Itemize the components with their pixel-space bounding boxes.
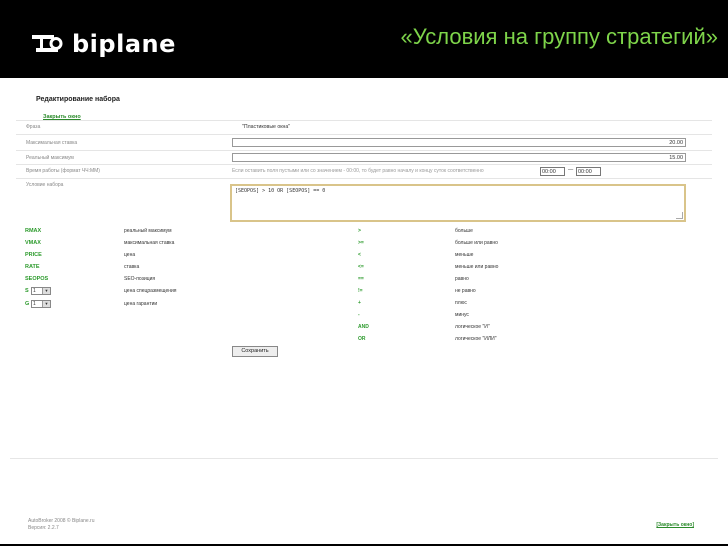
row-divider [16, 164, 712, 165]
operator-desc: больше или равно [455, 240, 498, 246]
s-select[interactable]: 1 ▼ [31, 287, 51, 295]
operator-desc: равно [455, 276, 469, 282]
operator-lt[interactable]: < [358, 252, 361, 258]
variable-vmax[interactable]: VMAX [25, 240, 41, 246]
row-divider [16, 120, 712, 121]
s-select-value: 1 [33, 288, 36, 294]
operator-eq[interactable]: == [358, 276, 364, 282]
operator-and[interactable]: AND [358, 324, 369, 330]
field-label-condition: Условие набора [26, 182, 64, 188]
condition-textarea[interactable]: [SEOPOS] > 10 OR [SEOPOS] == 0 [230, 184, 686, 222]
operator-desc: минус [455, 312, 469, 318]
row-divider [16, 134, 712, 135]
edit-set-window: Редактирование набора Закрыть окно Фраза… [10, 84, 718, 459]
variable-seopos[interactable]: SEOPOS [25, 276, 48, 282]
g-select-value: 1 [33, 301, 36, 307]
g-select[interactable]: 1 ▼ [31, 300, 51, 308]
slide-body: Редактирование набора Закрыть окно Фраза… [0, 78, 728, 544]
field-label-max-bid: Максимальная ставка [26, 140, 78, 146]
time-separator: — [568, 167, 574, 173]
operator-desc: плюс [455, 300, 467, 306]
variable-desc: цена гарантии [124, 301, 158, 307]
slide-title: «Условия на группу стратегий» [400, 24, 718, 49]
operator-desc: меньше [455, 252, 474, 258]
condition-text: [SEOPOS] > 10 OR [SEOPOS] == 0 [235, 188, 326, 194]
real-max-input[interactable]: 15.00 [232, 153, 686, 162]
biplane-logo: biplane [30, 30, 176, 58]
operator-desc: меньше или равно [455, 264, 499, 270]
operator-or[interactable]: OR [358, 336, 366, 342]
biplane-plane-icon [30, 31, 66, 57]
variable-price[interactable]: PRICE [25, 252, 42, 258]
operator-plus[interactable]: + [358, 300, 361, 306]
operator-desc: логическое "ИЛИ" [455, 336, 497, 342]
variable-desc: цена спецразмещения [124, 288, 177, 294]
save-button[interactable]: Сохранить [232, 346, 278, 357]
field-label-real-max: Реальный максимум [26, 155, 74, 161]
operator-neq[interactable]: != [358, 288, 363, 294]
variable-g[interactable]: G [25, 301, 29, 307]
operator-lte[interactable]: <= [358, 264, 364, 270]
operator-desc: логическое "И" [455, 324, 490, 330]
max-bid-input[interactable]: 20.00 [232, 138, 686, 147]
time-from-input[interactable]: 00:00 [540, 167, 565, 176]
variable-desc: цена [124, 252, 136, 258]
slide-header: biplane «Условия на группу стратегий» [0, 0, 728, 78]
chevron-down-icon: ▼ [42, 288, 50, 294]
time-to-input[interactable]: 00:00 [576, 167, 601, 176]
variable-rate[interactable]: RATE [25, 264, 40, 270]
field-label-phrase: Фраза [26, 124, 41, 130]
variable-desc: максимальная ставка [124, 240, 175, 246]
form-title: Редактирование набора [36, 96, 120, 103]
work-time-hint: Если оставить поля пустыми или со значен… [232, 168, 484, 174]
operator-desc: больше [455, 228, 473, 234]
operator-gte[interactable]: >= [358, 240, 364, 246]
variable-rmax[interactable]: RMAX [25, 228, 41, 234]
close-window-link-bottom[interactable]: [Закрыть окно] [656, 522, 694, 528]
footer-version: Версия: 2.2.7 [28, 525, 59, 531]
variable-desc: SEO-позиция [124, 276, 156, 282]
footer-copyright: AutoBroker 2008 © Biplane.ru [28, 518, 95, 524]
variable-desc: ставка [124, 264, 140, 270]
row-divider [16, 150, 712, 151]
variable-desc: реальный максимум [124, 228, 172, 234]
variable-s[interactable]: S [25, 288, 29, 294]
operator-minus[interactable]: - [358, 312, 360, 318]
operator-gt[interactable]: > [358, 228, 361, 234]
operator-desc: не равно [455, 288, 476, 294]
logo-text: biplane [72, 30, 176, 58]
resize-grip-icon[interactable] [676, 212, 683, 219]
phrase-value: "Пластиковые окна" [242, 124, 291, 130]
row-divider [16, 178, 712, 179]
field-label-work-time: Время работы (формат ЧЧ:ММ) [26, 168, 100, 174]
chevron-down-icon: ▼ [42, 301, 50, 307]
footer-info: AutoBroker 2008 © Biplane.ru Версия: 2.2… [28, 518, 95, 532]
